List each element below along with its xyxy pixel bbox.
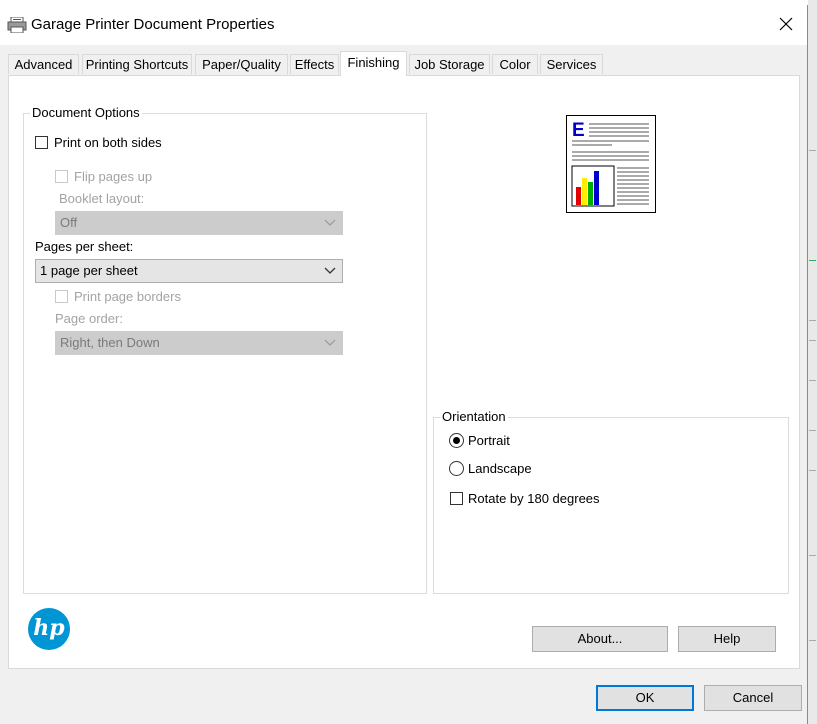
help-button[interactable]: Help [678,626,776,652]
tab-paper-quality[interactable]: Paper/Quality [195,54,288,74]
landscape-label: Landscape [468,461,532,476]
pages-per-sheet-select[interactable]: 1 page per sheet [35,259,343,283]
radio-selected-dot [453,437,460,444]
rotate-180-label: Rotate by 180 degrees [468,491,600,506]
cancel-button[interactable]: Cancel [704,685,802,711]
preview-letter: E [572,120,585,141]
booklet-layout-select[interactable]: Off [55,211,343,235]
chevron-down-icon [324,339,336,346]
background-window-strip [808,0,817,724]
tab-advanced[interactable]: Advanced [8,54,79,74]
page-order-select[interactable]: Right, then Down [55,331,343,355]
print-both-sides-label: Print on both sides [54,135,162,150]
chevron-down-icon [324,267,336,274]
portrait-label: Portrait [468,433,510,448]
tab-services[interactable]: Services [540,54,603,74]
document-options-legend: Document Options [30,105,142,120]
flip-pages-up-checkbox[interactable] [55,170,68,183]
flip-pages-up-label: Flip pages up [74,169,153,184]
hp-logo-text: hp [33,615,65,641]
document-properties-dialog: Garage Printer Document Properties Advan… [0,5,808,724]
print-page-borders-label: Print page borders [74,289,181,304]
page-order-value: Right, then Down [60,335,160,350]
pages-per-sheet-value: 1 page per sheet [40,263,138,278]
landscape-radio[interactable] [449,461,464,476]
hp-logo: hp [28,608,70,650]
booklet-layout-label: Booklet layout: [59,191,145,206]
tab-color[interactable]: Color [492,54,538,74]
page-order-label: Page order: [55,311,123,326]
chevron-down-icon [324,219,336,226]
print-page-borders-checkbox[interactable] [55,290,68,303]
rotate-180-checkbox[interactable] [450,492,463,505]
pages-per-sheet-label: Pages per sheet: [35,239,134,254]
tab-printing-shortcuts[interactable]: Printing Shortcuts [82,54,192,74]
tab-finishing[interactable]: Finishing [340,51,407,76]
about-button[interactable]: About... [532,626,668,652]
tab-effects[interactable]: Effects [290,54,339,74]
title-bar: Garage Printer Document Properties [0,5,807,45]
page-preview-image: E [571,120,649,207]
portrait-radio[interactable] [449,433,464,448]
close-icon[interactable] [766,5,807,45]
page-preview: E [566,115,656,213]
tab-job-storage[interactable]: Job Storage [409,54,490,74]
print-both-sides-checkbox[interactable] [35,136,48,149]
orientation-legend: Orientation [440,409,508,424]
printer-icon [7,17,27,33]
window-title: Garage Printer Document Properties [31,16,275,33]
ok-button[interactable]: OK [596,685,694,711]
booklet-layout-value: Off [60,215,78,230]
